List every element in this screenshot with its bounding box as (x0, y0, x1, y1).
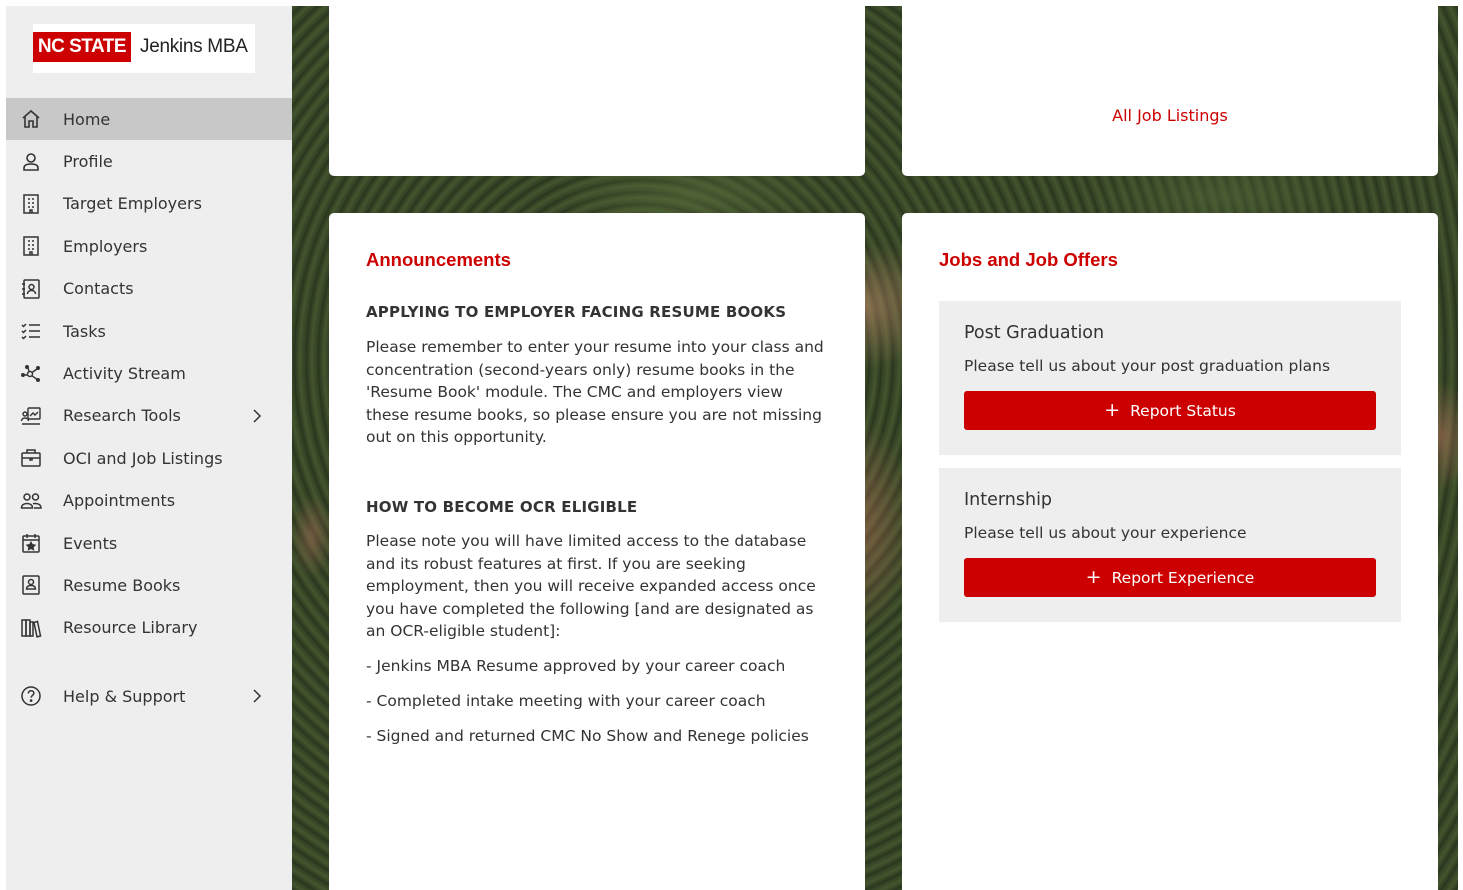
chevron-right-icon[interactable] (250, 688, 264, 704)
sidebar-item-resource-library[interactable]: Resource Library (6, 607, 292, 649)
sidebar-item-label: Employers (63, 236, 148, 256)
sidebar-item-home[interactable]: Home (6, 98, 292, 141)
plus-icon: + (1085, 566, 1102, 588)
top-left-card (329, 6, 865, 176)
network-icon (20, 363, 42, 385)
plus-icon: + (1104, 399, 1121, 421)
sidebar-item-label: Research Tools (63, 406, 181, 426)
jobs-title: Jobs and Job Offers (939, 249, 1118, 270)
sidebar-item-label: OCI and Job Listings (63, 448, 223, 468)
sidebar-item-tasks[interactable]: Tasks (6, 310, 292, 352)
app-frame: NC STATE Jenkins MBA Home Profile Target… (6, 6, 1458, 890)
list-item: - Completed intake meeting with your car… (366, 692, 766, 710)
announcements-title: Announcements (366, 249, 511, 270)
sidebar-item-label: Events (63, 533, 118, 553)
button-label: Report Experience (1111, 568, 1255, 587)
panel-title: Internship (964, 490, 1053, 510)
sidebar-item-label: Contacts (63, 279, 134, 299)
sidebar-item-label: Target Employers (63, 194, 202, 214)
all-job-listings-link[interactable]: All Job Listings (902, 106, 1438, 125)
top-right-card: All Job Listings (902, 6, 1438, 176)
sidebar-item-activity-stream[interactable]: Activity Stream (6, 352, 292, 394)
sidebar-item-label: Activity Stream (63, 364, 186, 384)
logo-wordmark: NC STATE (33, 32, 131, 62)
logo-subtitle: Jenkins MBA (140, 36, 248, 57)
panel-description: Please tell us about your experience (964, 524, 1247, 542)
sidebar-item-label: Tasks (63, 321, 106, 341)
button-label: Report Status (1130, 401, 1236, 420)
building-icon (20, 193, 42, 215)
jobs-card: Jobs and Job Offers Post Graduation Plea… (902, 213, 1438, 890)
sidebar-item-label: Resource Library (63, 618, 198, 638)
sidebar: NC STATE Jenkins MBA Home Profile Target… (6, 6, 292, 890)
sidebar-item-employers[interactable]: Employers (6, 225, 292, 267)
report-status-button[interactable]: + Report Status (964, 391, 1376, 430)
sidebar-item-events[interactable]: Events (6, 522, 292, 564)
building-icon (20, 235, 42, 257)
sidebar-item-resume-books[interactable]: Resume Books (6, 564, 292, 606)
panel-title: Post Graduation (964, 323, 1105, 343)
library-icon (20, 617, 42, 639)
internship-panel: Internship Please tell us about your exp… (939, 468, 1401, 622)
panel-description: Please tell us about your post graduatio… (964, 357, 1331, 375)
sidebar-item-appointments[interactable]: Appointments (6, 480, 292, 522)
sidebar-item-target-employers[interactable]: Target Employers (6, 183, 292, 225)
announcements-card: Announcements APPLYING TO EMPLOYER FACIN… (329, 213, 865, 890)
home-icon (20, 108, 42, 130)
report-experience-button[interactable]: + Report Experience (964, 558, 1376, 597)
announcement-body: Please remember to enter your resume int… (366, 338, 824, 447)
contact-card-icon (20, 278, 42, 300)
nc-state-logo[interactable]: NC STATE Jenkins MBA (33, 24, 255, 73)
sidebar-item-profile[interactable]: Profile (6, 140, 292, 182)
user-icon (20, 151, 42, 173)
sidebar-item-oci-job-listings[interactable]: OCI and Job Listings (6, 437, 292, 479)
sidebar-item-label: Profile (63, 152, 113, 172)
sidebar-item-help-support[interactable]: Help & Support (6, 675, 292, 717)
calendar-star-icon (20, 532, 42, 554)
sidebar-item-label: Home (63, 109, 111, 129)
people-icon (20, 490, 42, 512)
announcement-body: Please note you will have limited access… (366, 532, 816, 641)
post-graduation-panel: Post Graduation Please tell us about you… (939, 301, 1401, 455)
sidebar-item-research-tools[interactable]: Research Tools (6, 395, 292, 437)
sidebar-nav: Home Profile Target Employers Employers (6, 98, 292, 717)
briefcase-icon (20, 447, 42, 469)
resume-book-icon (20, 574, 42, 596)
list-item: - Jenkins MBA Resume approved by your ca… (366, 657, 786, 675)
sidebar-item-label: Appointments (63, 491, 176, 511)
research-icon (20, 405, 42, 427)
sidebar-item-label: Help & Support (63, 686, 186, 706)
announcement-heading: APPLYING TO EMPLOYER FACING RESUME BOOKS (366, 303, 787, 321)
help-circle-icon (20, 685, 42, 707)
task-list-icon (20, 320, 42, 342)
sidebar-item-label: Resume Books (63, 575, 181, 595)
announcement-heading: HOW TO BECOME OCR ELIGIBLE (366, 498, 638, 516)
sidebar-item-contacts[interactable]: Contacts (6, 268, 292, 310)
list-item: - Signed and returned CMC No Show and Re… (366, 727, 809, 745)
chevron-right-icon[interactable] (250, 408, 264, 424)
